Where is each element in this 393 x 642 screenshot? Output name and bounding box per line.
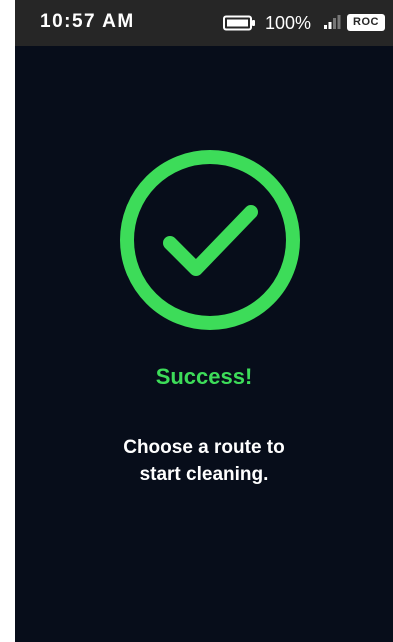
success-message-line-1: Choose a route to (123, 437, 285, 458)
app-screen: 10:57 AM 100% ROC Success! Choose a rout… (15, 0, 393, 642)
battery-percent: 100% (265, 13, 312, 33)
check-circle-icon (120, 150, 300, 330)
status-bar: 10:57 AM 100% ROC (15, 0, 393, 46)
carrier-badge: ROC (347, 14, 385, 31)
signal-bars-icon (324, 15, 341, 29)
battery-full-icon (223, 15, 255, 31)
success-title: Success! (155, 364, 253, 389)
success-message: Choose a route to start cleaning. (15, 434, 393, 488)
status-time: 10:57 AM (40, 11, 135, 32)
success-message-line-2: start cleaning. (139, 464, 269, 485)
